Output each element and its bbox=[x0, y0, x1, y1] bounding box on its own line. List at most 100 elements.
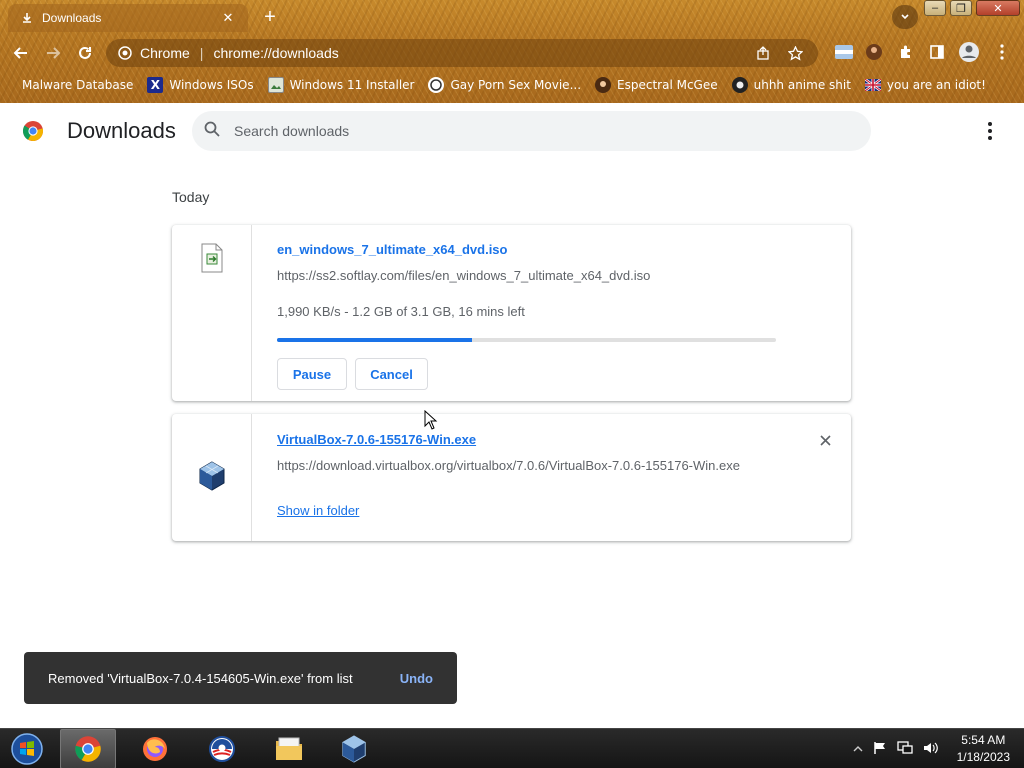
action-center-flag-icon[interactable] bbox=[873, 741, 887, 758]
bookmark-anime[interactable]: uhhh anime shit bbox=[731, 77, 851, 93]
search-icon bbox=[204, 121, 220, 142]
bookmark-espectral-mcgee[interactable]: Espectral McGee bbox=[595, 77, 718, 93]
file-icon-column bbox=[172, 225, 252, 401]
taskbar-obama-logo[interactable] bbox=[194, 729, 250, 768]
clock[interactable]: 5:54 AM 1/18/2023 bbox=[957, 732, 1010, 766]
bookmark-windows-11-installer[interactable]: Windows 11 Installer bbox=[267, 77, 415, 93]
bookmark-site-3[interactable]: Gay Porn Sex Movie... bbox=[428, 77, 581, 93]
bookmark-you-are-an-idiot[interactable]: you are an idiot! bbox=[864, 77, 986, 93]
bookmarks-bar: Malware Database X Windows ISOs Windows … bbox=[12, 74, 986, 96]
virtualbox-icon bbox=[342, 735, 366, 763]
toast-message: Removed 'VirtualBox-7.0.4-154605-Win.exe… bbox=[48, 670, 353, 686]
show-hidden-icons-icon[interactable] bbox=[853, 742, 863, 756]
tab-search-button[interactable] bbox=[892, 5, 918, 29]
bookmark-label: you are an idiot! bbox=[886, 78, 986, 92]
download-icon bbox=[20, 11, 34, 25]
window-controls: – ❐ ✕ bbox=[924, 0, 1020, 16]
bookmark-malware-database[interactable]: Malware Database bbox=[12, 77, 133, 93]
extensions-puzzle-icon[interactable] bbox=[894, 40, 918, 64]
pause-button[interactable]: Pause bbox=[277, 358, 347, 390]
taskbar: 5:54 AM 1/18/2023 bbox=[0, 728, 1024, 768]
reload-icon bbox=[79, 46, 91, 59]
bookmark-label: Gay Porn Sex Movie... bbox=[450, 78, 582, 92]
toolbar: Chrome | chrome://downloads bbox=[0, 36, 1024, 70]
mouse-cursor-icon bbox=[424, 410, 438, 430]
download-status: 1,990 KB/s - 1.2 GB of 3.1 GB, 16 mins l… bbox=[277, 304, 525, 319]
side-panel-icon[interactable] bbox=[925, 40, 949, 64]
downloads-header: Downloads bbox=[0, 103, 1024, 159]
bookmark-star-icon[interactable] bbox=[784, 42, 806, 64]
bookmark-icon bbox=[12, 77, 16, 93]
remove-from-list-icon[interactable] bbox=[817, 432, 833, 448]
windows-orb-icon bbox=[11, 733, 43, 765]
tab-downloads[interactable]: Downloads ✕ bbox=[8, 4, 248, 32]
download-item: en_windows_7_ultimate_x64_dvd.iso https:… bbox=[172, 225, 851, 401]
taskbar-chrome[interactable] bbox=[60, 729, 116, 768]
date-heading: Today bbox=[172, 189, 210, 205]
download-url: https://ss2.softlay.com/files/en_windows… bbox=[277, 268, 651, 283]
chrome-icon bbox=[118, 46, 132, 60]
file-icon bbox=[200, 243, 224, 401]
avatar-icon bbox=[595, 77, 612, 93]
obama-logo-icon bbox=[209, 736, 235, 762]
chrome-icon bbox=[75, 736, 101, 762]
page-title: Downloads bbox=[67, 118, 176, 143]
undo-button[interactable]: Undo bbox=[400, 671, 433, 686]
site-label: Chrome bbox=[140, 45, 190, 61]
back-arrow-icon bbox=[13, 47, 27, 59]
clock-date: 1/18/2023 bbox=[956, 750, 1010, 764]
tab-title: Downloads bbox=[42, 11, 102, 25]
address-bar[interactable]: Chrome | chrome://downloads bbox=[106, 39, 818, 67]
search-input[interactable] bbox=[234, 123, 834, 139]
virtualbox-icon bbox=[198, 460, 226, 541]
search-downloads-box bbox=[192, 111, 871, 151]
browser-chrome: Downloads ✕ + – ❐ ✕ Chrome | chrome://do… bbox=[0, 0, 1024, 103]
bookmark-label: Windows 11 Installer bbox=[289, 78, 415, 92]
reload-button[interactable] bbox=[72, 40, 98, 66]
download-url: https://download.virtualbox.org/virtualb… bbox=[277, 458, 740, 473]
new-tab-button[interactable]: + bbox=[258, 6, 282, 30]
firefox-icon bbox=[143, 737, 167, 761]
more-actions-icon[interactable] bbox=[980, 119, 1000, 143]
minimize-button[interactable]: – bbox=[924, 0, 946, 16]
download-item: VirtualBox-7.0.6-155176-Win.exe https://… bbox=[172, 414, 851, 541]
extension-avatar-icon[interactable] bbox=[862, 40, 886, 64]
profile-avatar-icon[interactable] bbox=[957, 40, 981, 64]
extension-flag-icon[interactable] bbox=[832, 40, 856, 64]
share-icon[interactable] bbox=[752, 42, 774, 64]
taskbar-file-explorer[interactable] bbox=[261, 729, 317, 768]
clock-time: 5:54 AM bbox=[961, 733, 1006, 747]
taskbar-firefox[interactable] bbox=[127, 729, 183, 768]
taskbar-virtualbox[interactable] bbox=[326, 729, 382, 768]
forward-button[interactable] bbox=[40, 40, 66, 66]
start-button[interactable] bbox=[6, 732, 48, 766]
close-window-button[interactable]: ✕ bbox=[976, 0, 1020, 16]
download-filename-link[interactable]: VirtualBox-7.0.6-155176-Win.exe bbox=[277, 432, 476, 447]
back-button[interactable] bbox=[8, 40, 34, 66]
cancel-button[interactable]: Cancel bbox=[355, 358, 428, 390]
bookmark-windows-isos[interactable]: X Windows ISOs bbox=[147, 77, 254, 93]
forward-arrow-icon bbox=[47, 47, 61, 59]
bookmark-label: Malware Database bbox=[22, 78, 134, 92]
url-text[interactable]: chrome://downloads bbox=[213, 45, 742, 61]
bookmark-label: Espectral McGee bbox=[617, 78, 718, 92]
close-icon[interactable]: ✕ bbox=[220, 10, 236, 26]
file-icon-column bbox=[172, 414, 252, 541]
network-icon[interactable] bbox=[896, 740, 913, 758]
undo-toast: Removed 'VirtualBox-7.0.4-154605-Win.exe… bbox=[24, 652, 457, 704]
site-favicon bbox=[428, 77, 445, 93]
site-chip[interactable]: Chrome bbox=[118, 45, 190, 61]
progress-bar bbox=[277, 338, 776, 342]
download-filename-link[interactable]: en_windows_7_ultimate_x64_dvd.iso bbox=[277, 242, 507, 257]
bookmark-label: uhhh anime shit bbox=[753, 78, 851, 92]
x-logo-icon: X bbox=[147, 77, 164, 93]
bookmark-label: Windows ISOs bbox=[169, 78, 254, 92]
system-tray: 5:54 AM 1/18/2023 bbox=[853, 729, 1010, 768]
restore-button[interactable]: ❐ bbox=[950, 0, 972, 16]
folder-icon bbox=[276, 737, 302, 760]
avatar-icon bbox=[731, 77, 748, 93]
image-icon bbox=[267, 77, 284, 93]
show-in-folder-link[interactable]: Show in folder bbox=[277, 503, 359, 518]
volume-icon[interactable] bbox=[923, 741, 939, 758]
browser-menu-icon[interactable] bbox=[990, 40, 1014, 64]
